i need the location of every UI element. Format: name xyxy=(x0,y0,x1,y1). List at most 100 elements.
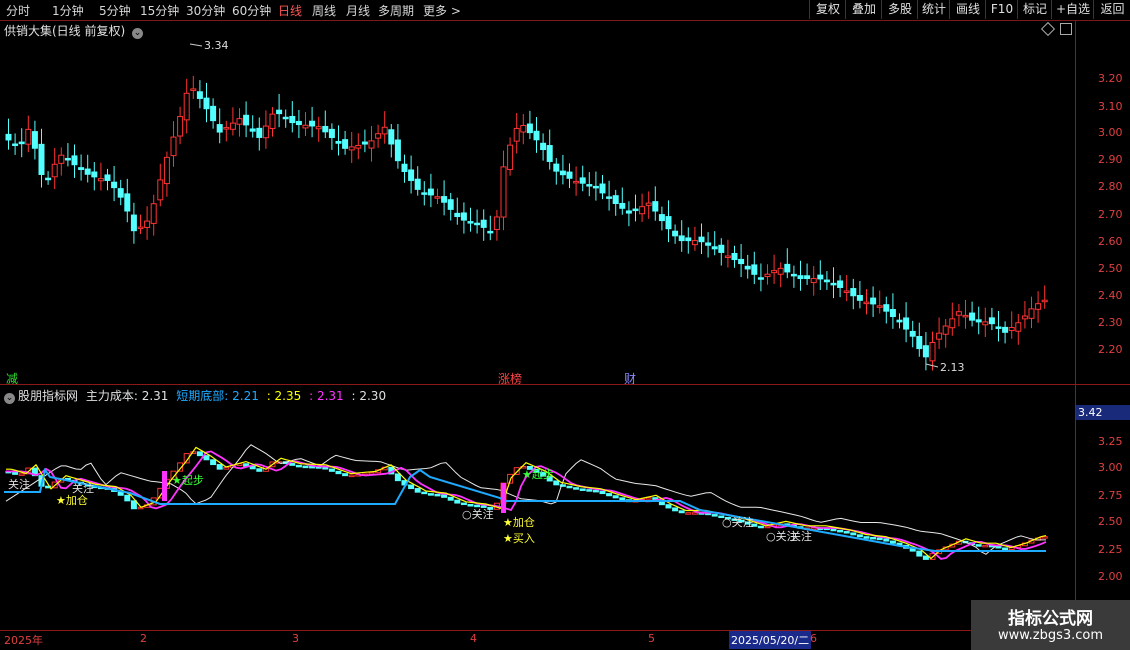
candle-body xyxy=(1002,326,1009,333)
date-label: 4 xyxy=(470,632,477,645)
candle-body xyxy=(685,237,692,242)
price-label: 2.60 xyxy=(1098,235,1123,248)
indicator-candle xyxy=(414,488,421,493)
date-label: 2025年 xyxy=(4,634,43,647)
candle-body xyxy=(1015,322,1022,332)
candle-body xyxy=(599,183,606,194)
candle-body xyxy=(870,297,877,305)
candle-body xyxy=(744,265,751,270)
candle-body xyxy=(533,130,540,141)
back-button[interactable]: 返回 xyxy=(1093,0,1130,19)
candle-body xyxy=(262,125,269,139)
cursor-date: 2025/05/20/二 xyxy=(729,631,812,649)
candle-body xyxy=(38,143,45,175)
candle-body xyxy=(658,214,665,222)
candle-body xyxy=(414,178,421,190)
stats-button[interactable]: 统计 xyxy=(917,0,950,19)
candle-body xyxy=(969,312,976,321)
indicator-candle xyxy=(843,531,850,534)
candle-body xyxy=(830,282,837,286)
period-tab-30min[interactable]: 30分钟 xyxy=(186,2,225,19)
candle-body xyxy=(639,206,646,215)
adjust-button[interactable]: 复权 xyxy=(809,0,846,19)
f10-button[interactable]: F10 xyxy=(985,0,1018,19)
indicator-candle xyxy=(573,487,580,490)
candle-body xyxy=(632,208,639,212)
candle-body xyxy=(962,314,969,318)
candle-body xyxy=(190,88,197,91)
watermark-logo: 指标公式网 www.zbgs3.com xyxy=(971,600,1130,650)
indicator-candle xyxy=(394,473,401,482)
candle-body xyxy=(843,290,850,293)
period-tab-weekly[interactable]: 周线 xyxy=(312,2,336,19)
period-tab-more[interactable]: 更多 > xyxy=(423,2,461,19)
candle-body xyxy=(91,171,98,178)
candle-body xyxy=(553,163,560,172)
indicator-candle xyxy=(685,512,692,515)
signal-start: ★起步 xyxy=(522,468,554,481)
candle-body xyxy=(348,146,355,151)
start-signal-bar xyxy=(501,483,506,513)
candle-body xyxy=(31,131,38,149)
candle-body xyxy=(322,125,329,133)
overlay-button[interactable]: 叠加 xyxy=(845,0,882,19)
candle-body xyxy=(269,113,276,129)
price-label: 2.50 xyxy=(1098,515,1123,528)
period-tab-monthly[interactable]: 月线 xyxy=(346,2,370,19)
period-tab-multi[interactable]: 多周期 xyxy=(378,2,414,19)
date-label: 5 xyxy=(648,632,655,645)
candle-body xyxy=(25,128,32,145)
candle-body xyxy=(45,177,52,181)
candle-body xyxy=(18,141,25,145)
candle-body xyxy=(718,244,725,253)
candle-body xyxy=(130,214,137,232)
multi-stock-button[interactable]: 多股 xyxy=(881,0,918,19)
candle-body xyxy=(243,114,250,126)
period-tab-15min[interactable]: 15分钟 xyxy=(140,2,179,19)
indicator-candle xyxy=(592,489,599,493)
draw-line-button[interactable]: 画线 xyxy=(949,0,986,19)
candle-body xyxy=(889,309,896,318)
add-favorite-button[interactable]: +自选 xyxy=(1051,0,1094,19)
indicator-candle xyxy=(619,497,626,501)
candle-body xyxy=(678,235,685,242)
indicator-candle xyxy=(295,464,302,468)
period-tab-1min[interactable]: 1分钟 xyxy=(52,2,84,19)
candle-body xyxy=(916,336,923,350)
indicator-candle xyxy=(757,525,764,529)
signal-text: 起步 xyxy=(181,474,204,487)
indicator-candle xyxy=(975,544,982,547)
price-label: 3.20 xyxy=(1098,72,1123,85)
candle-body xyxy=(447,199,454,210)
candle-body xyxy=(467,221,474,224)
period-tab-tick[interactable]: 分时 xyxy=(6,2,30,19)
indicator-candle xyxy=(889,540,896,544)
candle-body xyxy=(64,157,71,161)
date-label: 2 xyxy=(140,632,147,645)
candle-body xyxy=(203,97,210,110)
candle-body xyxy=(1035,303,1042,310)
period-tab-60min[interactable]: 60分钟 xyxy=(232,2,271,19)
candle-body xyxy=(335,140,342,144)
indicator-candle xyxy=(830,528,837,532)
indicator-candle xyxy=(876,537,883,541)
signal-text: 加仓 xyxy=(512,516,535,529)
indicator-chart xyxy=(4,444,1048,560)
candle-body xyxy=(513,127,520,142)
indicator-candle xyxy=(579,488,586,491)
candle-body xyxy=(975,319,982,323)
mark-button[interactable]: 标记 xyxy=(1017,0,1052,19)
indicator-candle xyxy=(916,550,923,557)
candle-body xyxy=(1021,315,1028,320)
candle-body xyxy=(784,263,791,273)
indicator-candle xyxy=(256,468,263,472)
period-tab-5min[interactable]: 5分钟 xyxy=(99,2,131,19)
period-tab-daily[interactable]: 日线 xyxy=(278,2,302,19)
indicator-candle xyxy=(342,473,349,477)
indicator-candle xyxy=(348,474,355,478)
candle-body xyxy=(460,212,467,221)
candle-body xyxy=(817,274,824,280)
candle-body xyxy=(566,171,573,179)
signal-start: ★起步 xyxy=(172,474,204,487)
candle-body xyxy=(903,317,910,330)
